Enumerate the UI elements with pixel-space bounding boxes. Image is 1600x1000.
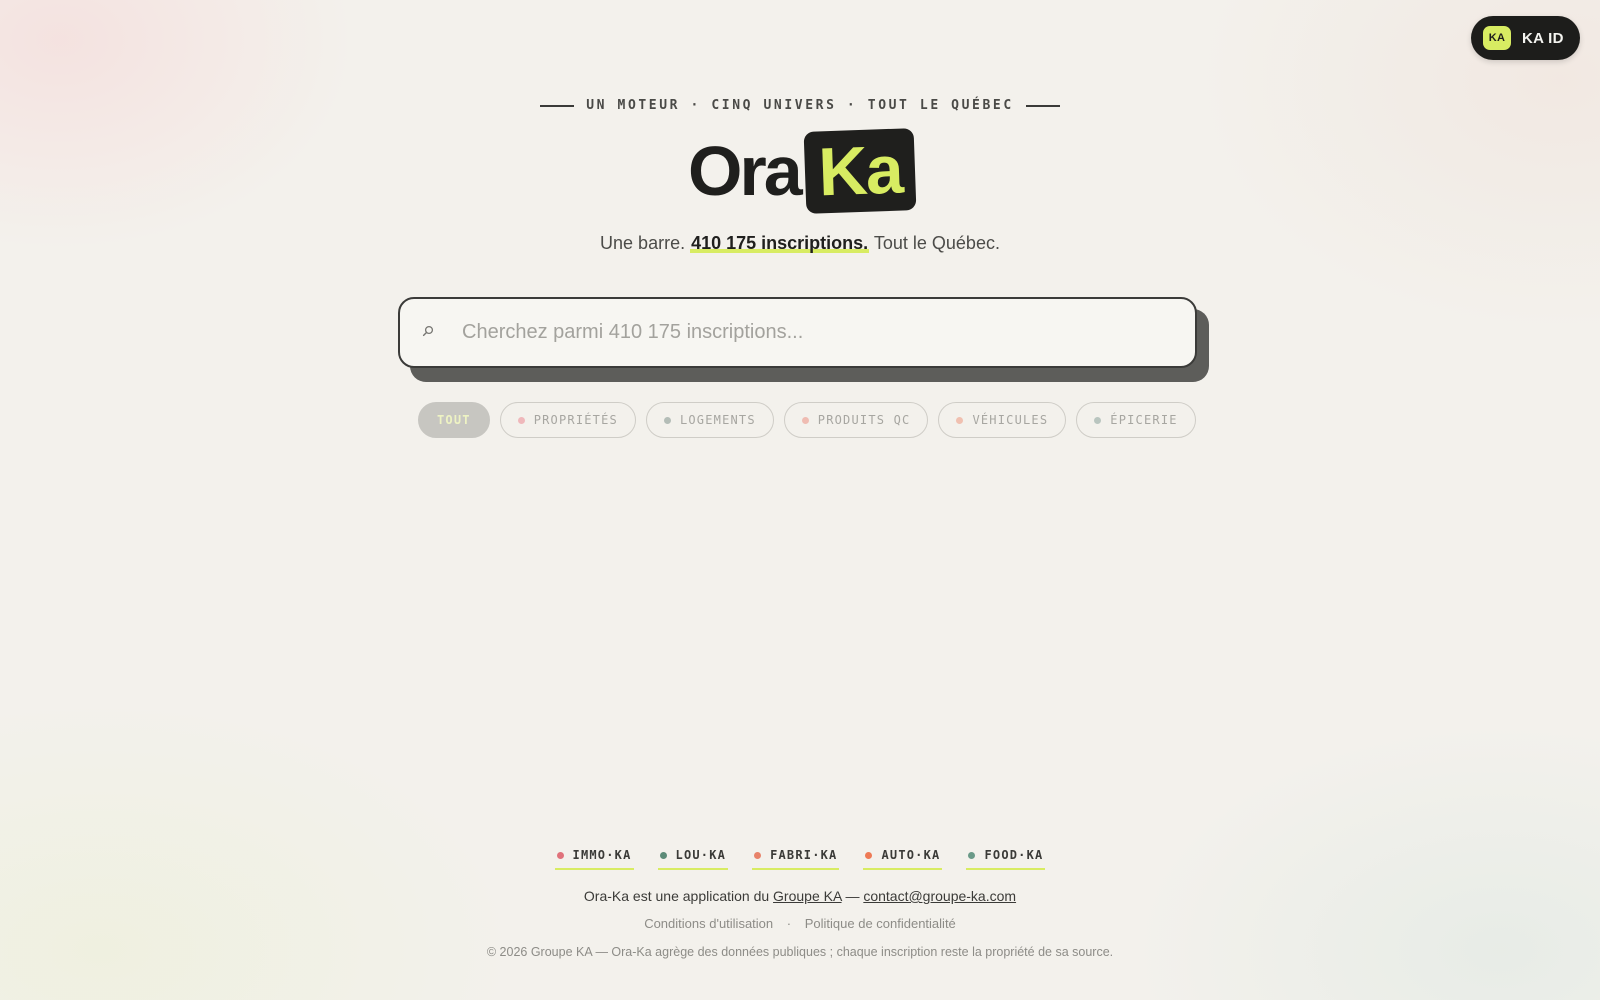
- subtitle-count-highlight: 410 175 inscriptions.: [691, 233, 869, 253]
- filter-produits-qc[interactable]: PRODUITS QC: [783, 402, 929, 438]
- footer-brand-links: IMMO·KA LOU·KA FABRI·KA AUTO·KA FOOD·KA: [0, 848, 1600, 870]
- brand-label: LOU·KA: [675, 848, 727, 862]
- brand-link-lou-ka[interactable]: LOU·KA: [657, 848, 729, 870]
- logo-badge-ka: Ka: [803, 128, 917, 214]
- about-dash: —: [845, 888, 860, 904]
- contact-email-link[interactable]: contact@groupe-ka.com: [863, 888, 1016, 904]
- brand-dot: [556, 851, 564, 859]
- brand-dot: [754, 851, 762, 859]
- brand-label: IMMO·KA: [572, 848, 632, 862]
- brand-dot: [659, 851, 667, 859]
- tagline-rule-left: [540, 104, 575, 107]
- footer-separator: ·: [786, 916, 792, 931]
- groupe-ka-link[interactable]: Groupe KA: [773, 888, 842, 904]
- filter-label: PROPRIÉTÉS: [533, 413, 618, 427]
- filter-dot: [1094, 416, 1102, 424]
- footer-about: Ora-Ka est une application du Groupe KA …: [0, 888, 1600, 904]
- ka-id-label: KA ID: [1522, 29, 1564, 47]
- brand-label: FOOD·KA: [984, 848, 1044, 862]
- tagline: UN MOTEUR · CINQ UNIVERS · TOUT LE QUÉBE…: [0, 98, 1600, 113]
- filter-label: LOGEMENTS: [679, 413, 756, 427]
- brand-link-fabri-ka[interactable]: FABRI·KA: [752, 848, 840, 870]
- search-bar[interactable]: [398, 297, 1197, 368]
- brand-dot: [968, 851, 976, 859]
- filter-label: TOUT: [437, 413, 471, 427]
- search-icon: [422, 324, 462, 342]
- subtitle-prefix: Une barre.: [600, 233, 686, 253]
- filter-tout[interactable]: TOUT: [418, 402, 490, 438]
- filter-label: ÉPICERIE: [1110, 413, 1178, 427]
- hero-subtitle: Une barre. 410 175 inscriptions. Tout le…: [0, 233, 1600, 254]
- brand-link-immo-ka[interactable]: IMMO·KA: [554, 848, 634, 870]
- filter-dot: [663, 416, 671, 424]
- oraka-logo: Ora Ka: [688, 128, 917, 214]
- filter-label: PRODUITS QC: [817, 413, 911, 427]
- filter-dot: [517, 416, 525, 424]
- brand-link-food-ka[interactable]: FOOD·KA: [966, 848, 1046, 870]
- copyright-text: © 2026 Groupe KA — Ora-Ka agrège des don…: [486, 945, 1114, 959]
- brand-label: FABRI·KA: [770, 848, 838, 862]
- search-input[interactable]: [462, 299, 1195, 366]
- filter-label: VÉHICULES: [972, 413, 1049, 427]
- terms-link[interactable]: Conditions d'utilisation: [644, 916, 773, 931]
- brand-label: AUTO·KA: [881, 848, 941, 862]
- filter-epicerie[interactable]: ÉPICERIE: [1076, 402, 1196, 438]
- filter-dot: [956, 416, 964, 424]
- privacy-link[interactable]: Politique de confidentialité: [805, 916, 956, 931]
- logo-text-ora: Ora: [688, 132, 803, 210]
- tagline-rule-right: [1025, 104, 1060, 107]
- brand-dot: [865, 851, 873, 859]
- filter-vehicules[interactable]: VÉHICULES: [938, 402, 1067, 438]
- filter-logements[interactable]: LOGEMENTS: [645, 402, 774, 438]
- about-text: Ora-Ka est une application du: [583, 888, 770, 904]
- ka-id-badge: KA: [1483, 26, 1511, 50]
- ka-id-button[interactable]: KA KA ID: [1471, 16, 1580, 60]
- brand-link-auto-ka[interactable]: AUTO·KA: [863, 848, 943, 870]
- filter-dot: [801, 416, 809, 424]
- subtitle-suffix: Tout le Québec.: [873, 233, 1000, 253]
- footer-legal-links: Conditions d'utilisation · Politique de …: [0, 916, 1600, 931]
- tagline-text: UN MOTEUR · CINQ UNIVERS · TOUT LE QUÉBE…: [586, 98, 1014, 113]
- category-filters: TOUT PROPRIÉTÉS LOGEMENTS PRODUITS QC VÉ…: [418, 402, 1196, 438]
- filter-proprietes[interactable]: PROPRIÉTÉS: [499, 402, 636, 438]
